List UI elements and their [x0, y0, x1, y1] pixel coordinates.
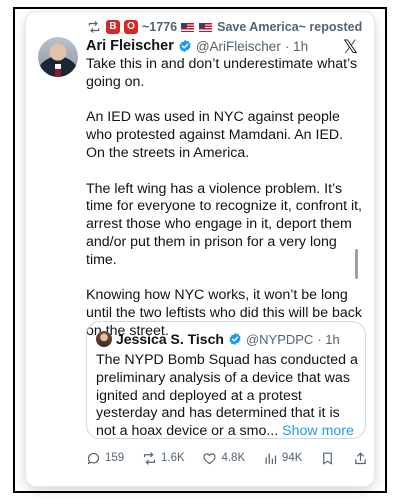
share-icon	[355, 452, 366, 464]
views-button[interactable]: 94K	[263, 451, 302, 466]
views-icon	[265, 453, 277, 464]
action-bar: 159 1.6K 4.8K 94K	[86, 449, 368, 467]
tweet-paragraph: Take this in and don’t underestimate wha…	[86, 56, 358, 90]
quote-author-handle: @NYPDPC	[245, 331, 314, 347]
verified-badge-icon	[229, 332, 241, 346]
repost-button[interactable]: 1.6K	[142, 451, 185, 466]
reply-count: 159	[105, 452, 125, 464]
repost-suffix: Save America~ reposted	[217, 20, 363, 34]
bookmark-icon	[323, 452, 333, 464]
like-button[interactable]: 4.8K	[202, 451, 245, 466]
tweet-time[interactable]: · 1h	[285, 39, 308, 54]
author-handle[interactable]: @AriFleischer	[196, 39, 281, 54]
bookmark-button[interactable]	[320, 451, 335, 466]
show-more-link[interactable]: Show more	[282, 423, 354, 438]
badge-o: O	[124, 20, 138, 34]
tweet-paragraph: An IED was used in NYC against people wh…	[86, 109, 344, 161]
quote-time: · 1h	[317, 331, 340, 347]
quote-avatar	[96, 331, 112, 347]
screenshot-frame: B O ~1776 Save America~ reposted Ari Flei…	[13, 7, 387, 493]
scrollbar-thumb[interactable]	[355, 249, 358, 279]
repost-icon	[143, 451, 156, 465]
quoted-tweet[interactable]: Jessica S. Tisch @NYPDPC · 1h The NYPD B…	[86, 321, 366, 439]
author-avatar[interactable]	[38, 37, 78, 77]
tweet-text: Take this in and don’t underestimate wha…	[86, 56, 364, 359]
heart-icon	[203, 452, 217, 464]
share-button[interactable]	[353, 451, 368, 466]
repost-context[interactable]: B O ~1776 Save America~ reposted	[86, 19, 362, 35]
badge-b: B	[106, 20, 120, 34]
quote-author-name: Jessica S. Tisch	[116, 331, 224, 347]
reply-icon	[87, 452, 100, 464]
tweet-card[interactable]: B O ~1776 Save America~ reposted Ari Flei…	[26, 12, 374, 486]
repost-icon	[88, 21, 100, 33]
quote-header: Jessica S. Tisch @NYPDPC · 1h	[96, 330, 340, 348]
us-flag-icon	[199, 22, 213, 32]
quote-text-block: The NYPD Bomb Squad has conducted a prel…	[96, 352, 358, 438]
view-count: 94K	[281, 452, 303, 464]
author-name[interactable]: Ari Fleischer	[86, 38, 174, 54]
reply-button[interactable]: 159	[86, 451, 124, 466]
tweet-paragraph: The left wing has a violence problem. It…	[86, 180, 362, 268]
us-flag-icon	[181, 22, 195, 32]
tweet-header: Ari Fleischer @AriFleischer · 1h 𝕏	[86, 36, 364, 58]
repost-count: 1.6K	[160, 452, 185, 464]
verified-badge-icon	[179, 39, 191, 53]
like-count: 4.8K	[221, 452, 246, 464]
repost-prefix: ~1776	[142, 20, 178, 34]
